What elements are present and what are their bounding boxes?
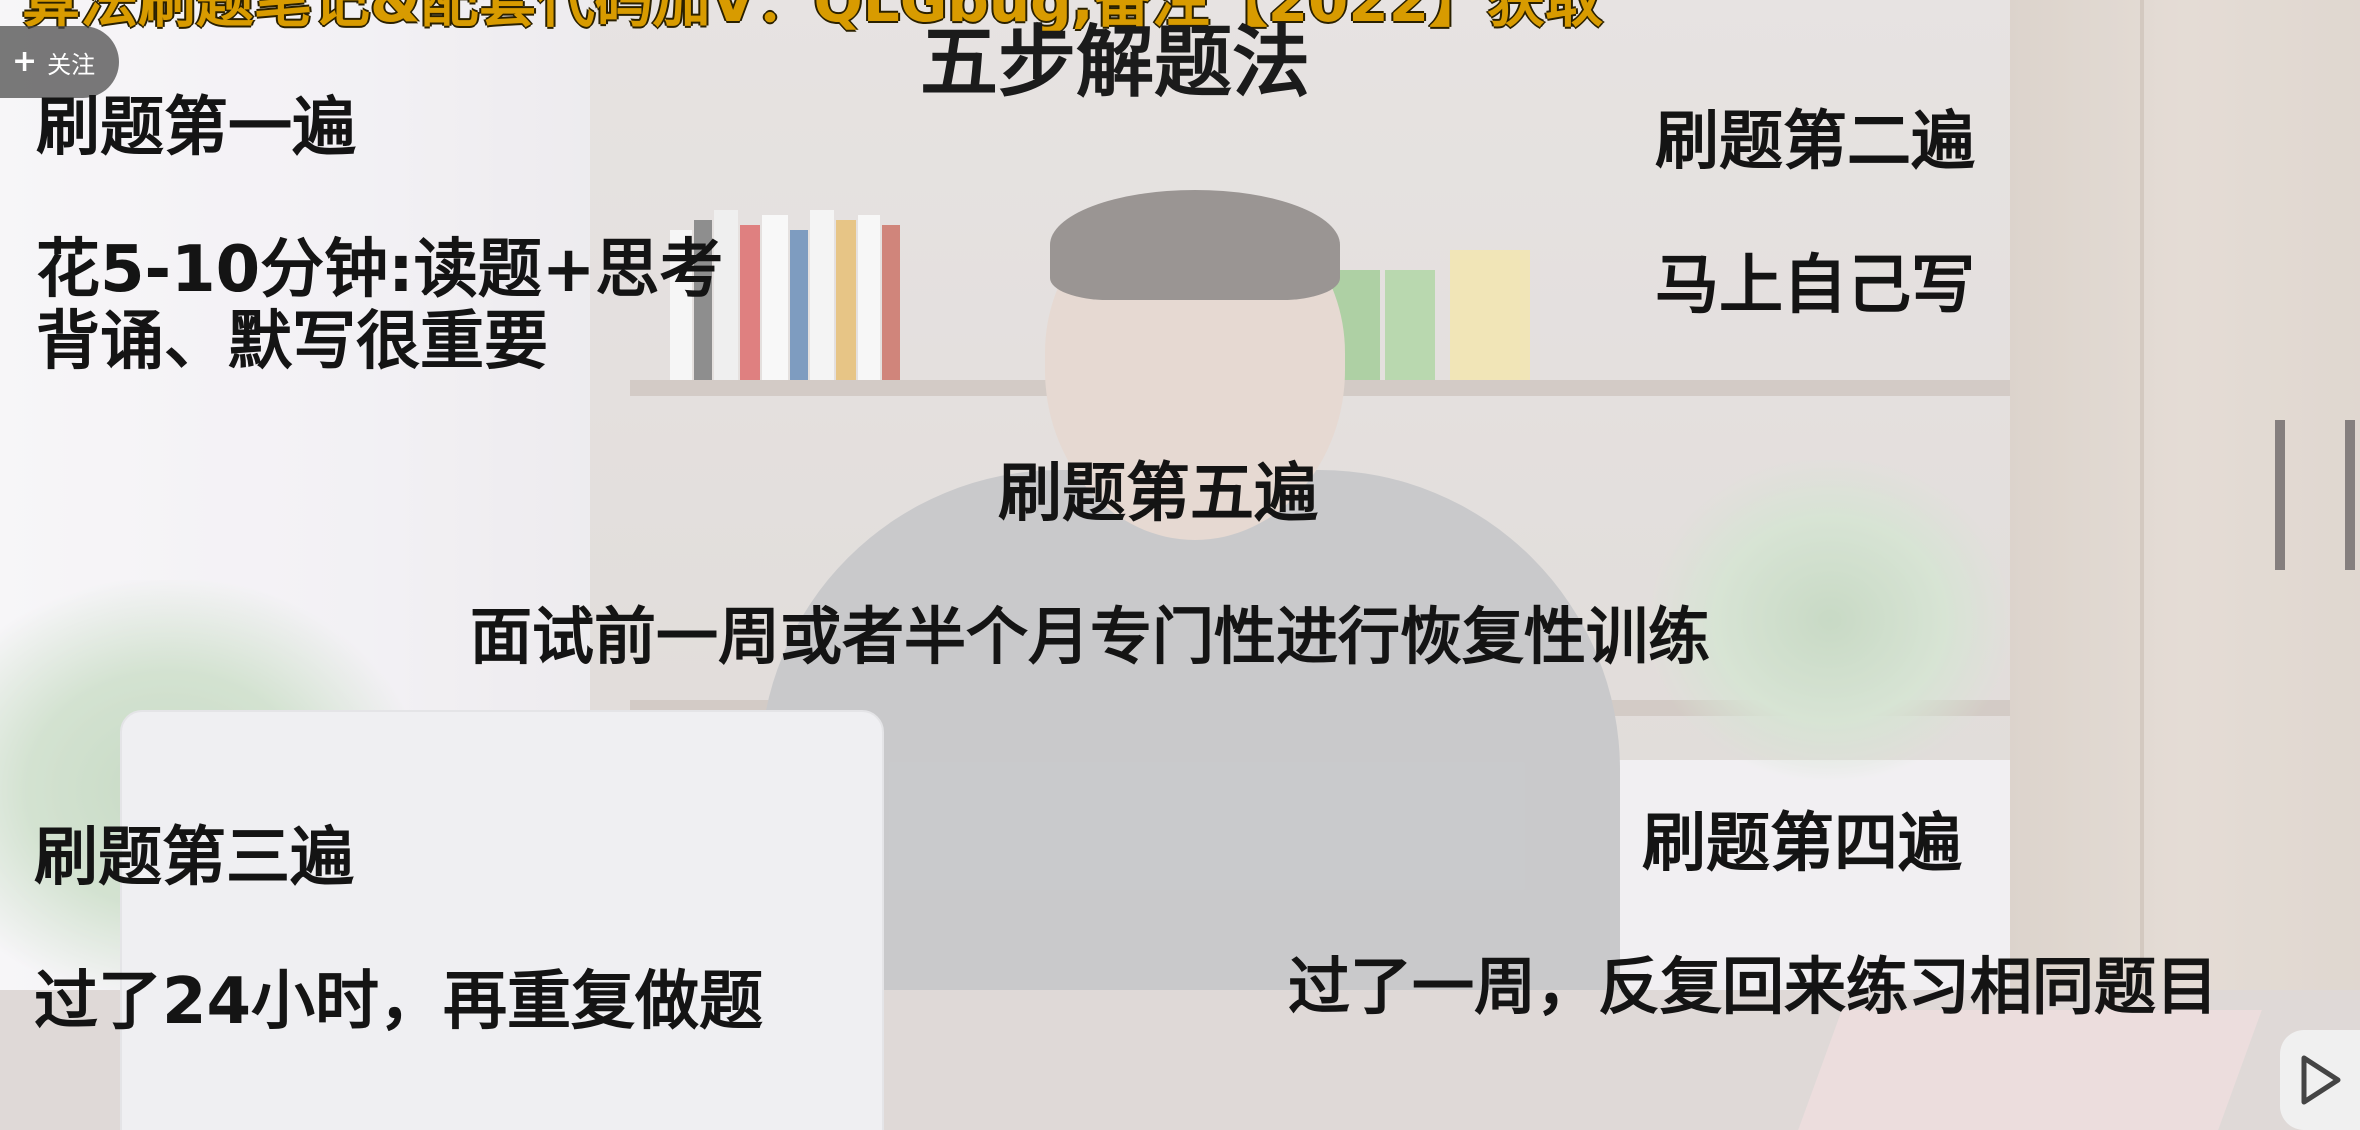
caption-round3: 刷题第三遍	[34, 821, 354, 895]
caption-round1-line2: 背诵、默写很重要	[36, 305, 548, 379]
caption-round2: 刷题第二遍	[1655, 105, 1975, 179]
play-button[interactable]	[2280, 1030, 2360, 1130]
caption-round2-line1: 马上自己写	[1655, 249, 1975, 323]
follow-button[interactable]: + 关注	[0, 26, 120, 98]
caption-round3-line1: 过了24小时，再重复做题	[34, 965, 764, 1039]
caption-round4-line1: 过了一周，反复回来练习相同题目	[1288, 950, 2219, 1023]
plus-icon: +	[12, 44, 38, 79]
caption-round1-line1: 花5-10分钟:读题+思考	[36, 233, 724, 307]
caption-round5: 刷题第五遍	[998, 457, 1318, 531]
caption-round5-line1: 面试前一周或者半个月专门性进行恢复性训练	[470, 600, 1711, 673]
caption-round4: 刷题第四遍	[1642, 807, 1962, 881]
top-banner: 算法刷题笔记&配套代码加V：QLGbug,备注【2022】获取	[22, 0, 1604, 35]
page-title: 五步解题法	[920, 18, 1311, 108]
caption-round1: 刷题第一遍	[36, 91, 356, 165]
follow-label: 关注	[47, 50, 96, 79]
play-icon	[2301, 1055, 2341, 1105]
